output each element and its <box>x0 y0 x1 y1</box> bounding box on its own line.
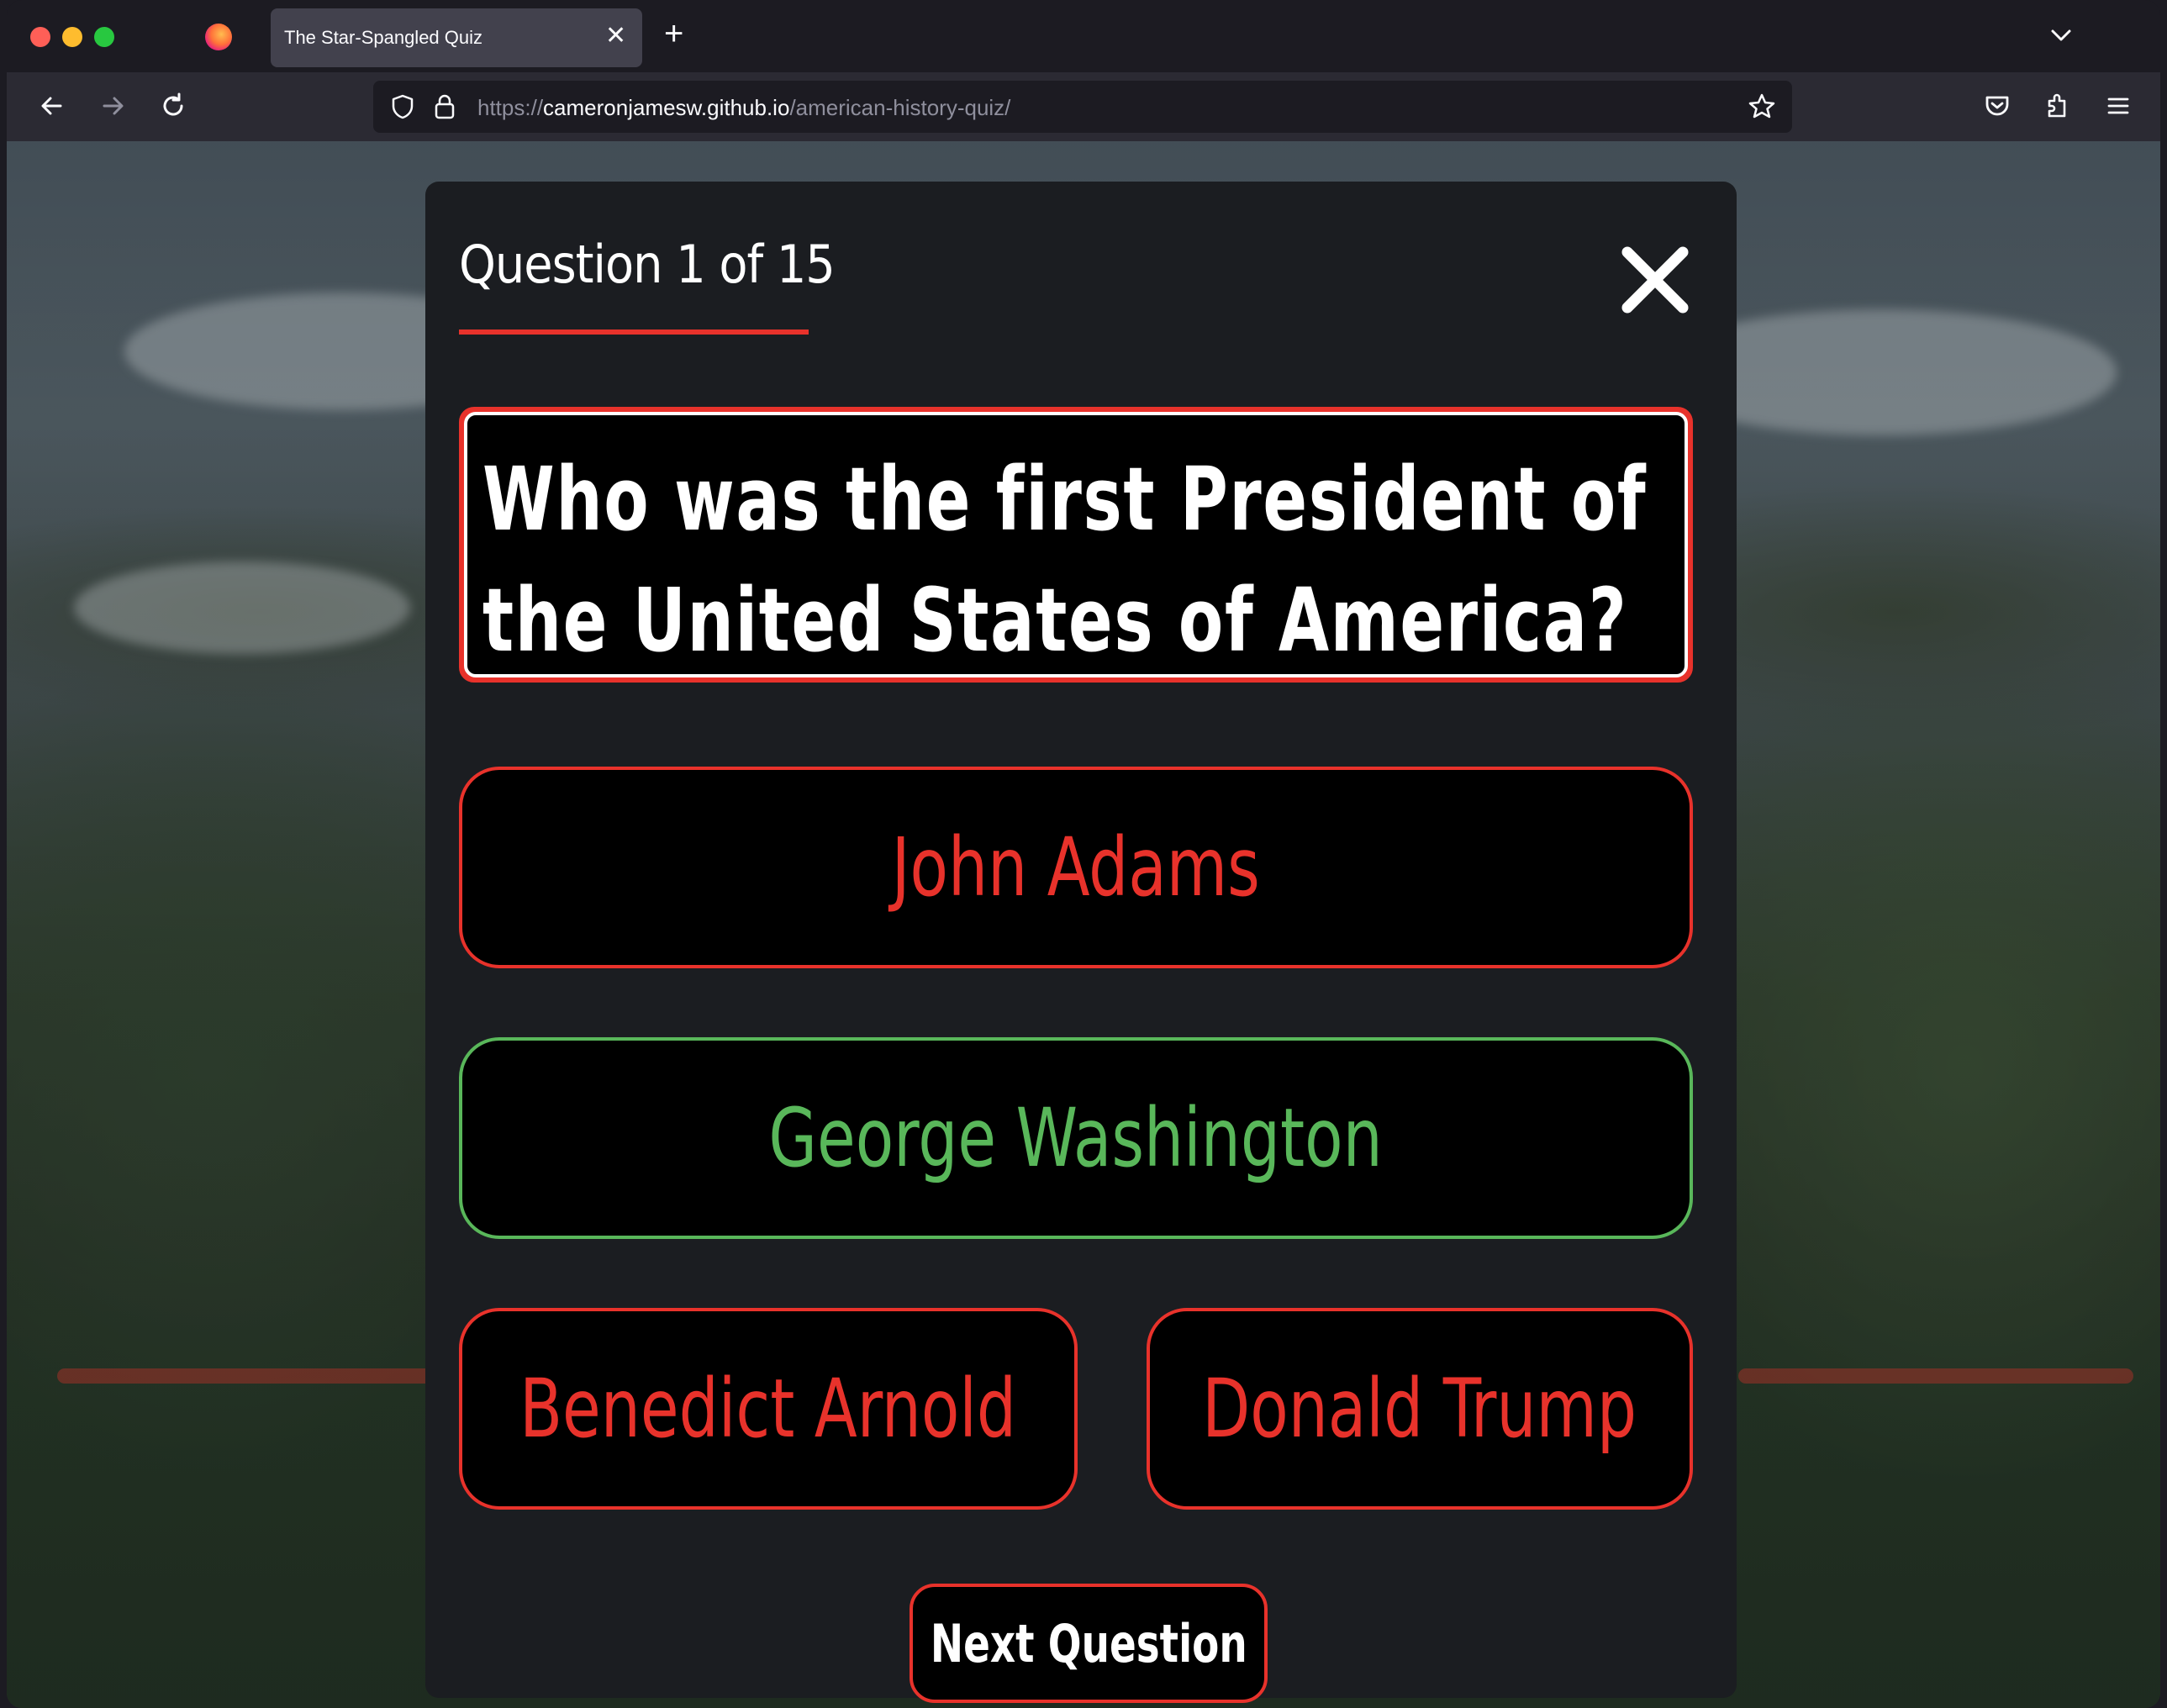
reload-icon[interactable] <box>156 89 190 123</box>
url-bar[interactable]: https://cameronjamesw.github.io/american… <box>373 81 1792 133</box>
menu-icon[interactable] <box>2101 89 2135 123</box>
question-box: Who was the first President of the Unite… <box>459 407 1693 683</box>
url-scheme: https:// <box>477 95 544 120</box>
answer-button-4[interactable]: Donald Trump <box>1147 1308 1693 1510</box>
shield-icon[interactable] <box>388 92 417 121</box>
browser-tab[interactable]: The Star-Spangled Quiz ✕ <box>271 8 642 67</box>
question-counter-underline <box>459 329 809 335</box>
answer-button-2[interactable]: George Washington <box>459 1037 1693 1239</box>
quiz-card: Question 1 of 15 Who was the first Presi… <box>425 182 1737 1703</box>
question-line-1: Who was the first President of <box>482 448 1648 551</box>
url-path: /american-history-quiz/ <box>789 95 1011 120</box>
answer-label: Benedict Arnold <box>519 1362 1017 1456</box>
extensions-icon[interactable] <box>2041 89 2075 123</box>
minimize-window-button[interactable] <box>62 27 82 47</box>
question-inner: Who was the first President of the Unite… <box>464 412 1688 677</box>
tab-list-chevron-icon[interactable] <box>2048 22 2075 49</box>
answer-label: John Adams <box>891 820 1261 915</box>
pocket-icon[interactable] <box>1980 89 2014 123</box>
back-arrow-icon[interactable] <box>35 89 69 123</box>
tab-close-icon[interactable]: ✕ <box>605 24 626 49</box>
forward-arrow-icon[interactable] <box>96 89 129 123</box>
answer-button-1[interactable]: John Adams <box>459 767 1693 968</box>
next-question-button[interactable]: Next Question <box>910 1584 1268 1703</box>
background-flowerbed <box>57 1368 444 1384</box>
tab-bar: The Star-Spangled Quiz ✕ + <box>7 0 2160 72</box>
firefox-logo-icon[interactable] <box>205 24 232 50</box>
navigation-bar: https://cameronjamesw.github.io/american… <box>7 72 2160 141</box>
background-cloud <box>74 561 410 654</box>
question-counter: Question 1 of 15 <box>459 234 836 295</box>
next-question-label: Next Question <box>930 1612 1247 1674</box>
lock-icon[interactable] <box>432 92 457 121</box>
question-line-2: the United States of America? <box>482 569 1628 672</box>
page-viewport: Question 1 of 15 Who was the first Presi… <box>7 141 2160 1708</box>
answer-label: George Washington <box>768 1091 1384 1185</box>
answer-label: Donald Trump <box>1202 1362 1637 1456</box>
tab-title: The Star-Spangled Quiz <box>284 27 483 48</box>
bookmark-star-icon[interactable] <box>1747 92 1777 122</box>
close-window-button[interactable] <box>30 27 50 47</box>
url-host: cameronjamesw.github.io <box>543 95 790 120</box>
url-text[interactable]: https://cameronjamesw.github.io/american… <box>477 95 1010 121</box>
new-tab-icon[interactable]: + <box>664 17 683 50</box>
browser-window: The Star-Spangled Quiz ✕ + https://camer… <box>7 0 2160 1708</box>
background-flowerbed <box>1738 1368 2133 1384</box>
answer-button-3[interactable]: Benedict Arnold <box>459 1308 1078 1510</box>
question-text: Who was the first President of the Unite… <box>482 439 1648 681</box>
maximize-window-button[interactable] <box>94 27 114 47</box>
close-x-icon[interactable] <box>1617 242 1693 318</box>
